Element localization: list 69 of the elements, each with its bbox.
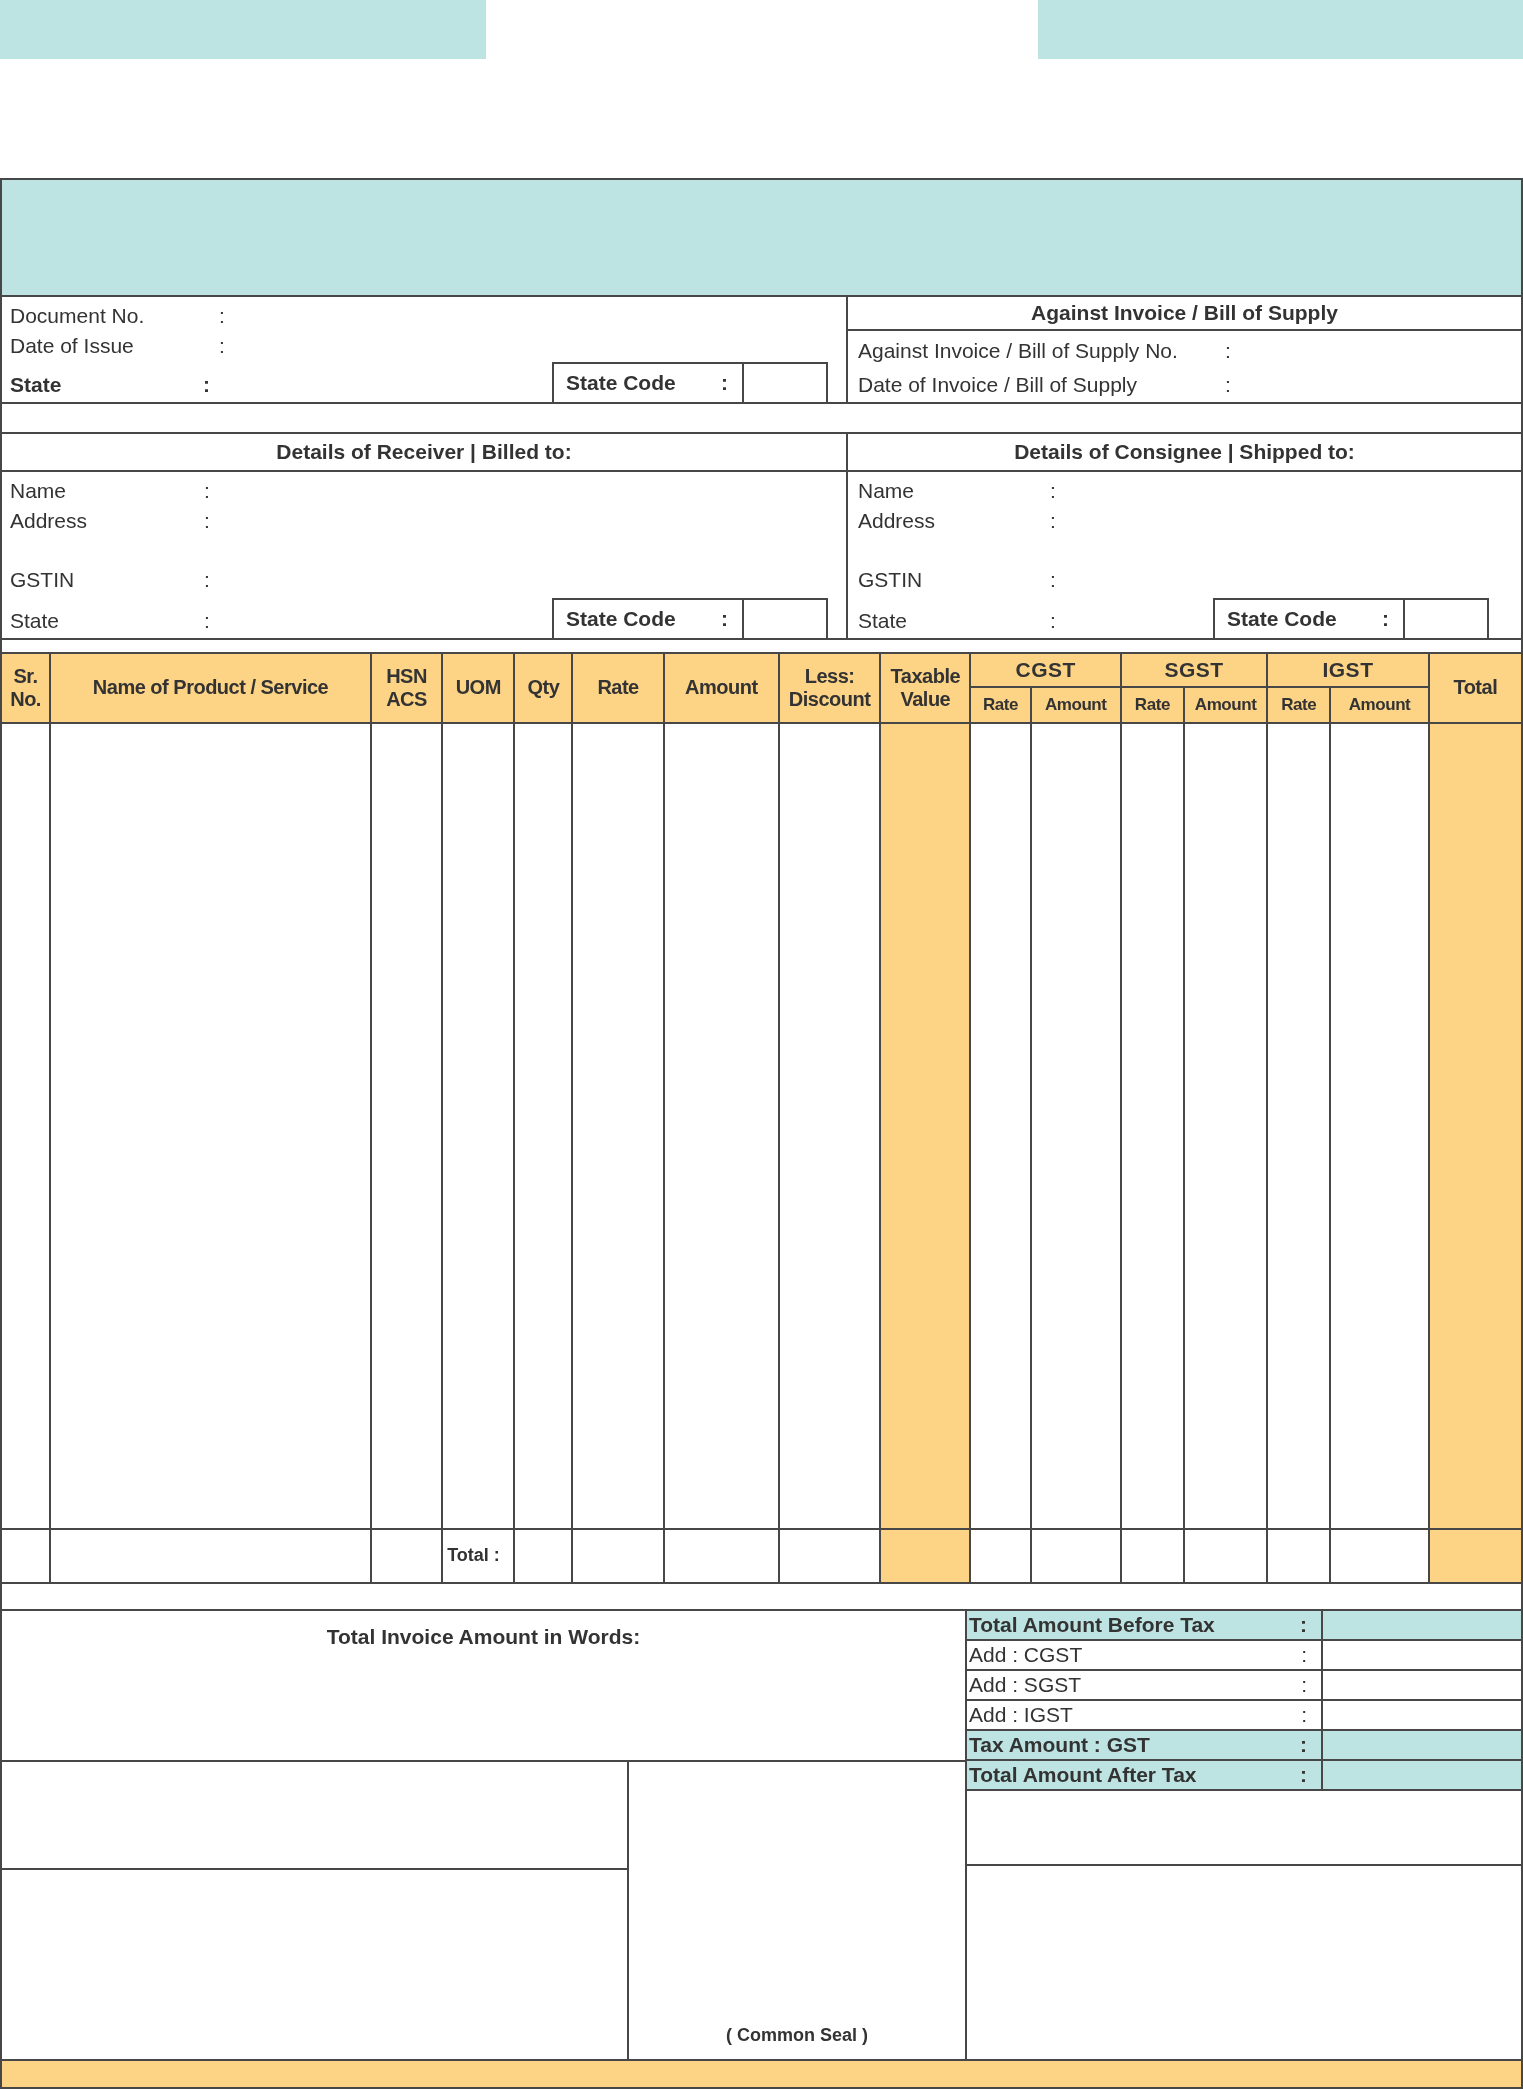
field-label: Date of Invoice / Bill of Supply <box>858 372 1138 398</box>
total-label: Total : <box>442 1528 515 1582</box>
column-header: Less: Discount <box>779 653 881 723</box>
colon: : <box>1301 1671 1307 1698</box>
colon: : <box>1301 1641 1307 1668</box>
summary-label: Add : IGST <box>969 1701 1073 1728</box>
column-header: Taxable Value <box>880 653 971 723</box>
seal-label: ( Common Seal ) <box>726 2024 868 2047</box>
column-header: Rate <box>572 653 664 723</box>
colon: : <box>1050 608 1056 634</box>
column-header: Amount <box>1184 686 1268 723</box>
colon: : <box>1301 1701 1307 1728</box>
column-header: Total <box>1428 653 1522 723</box>
colon: : <box>219 303 225 329</box>
field-label: GSTIN <box>858 567 924 593</box>
colon: : <box>219 333 225 359</box>
field-label: Address <box>858 508 937 534</box>
summary-label: Add : SGST <box>969 1671 1082 1698</box>
field-label: Address <box>10 508 89 534</box>
state-code-label: State Code <box>566 370 676 397</box>
column-header: Amount <box>1030 686 1121 723</box>
field-label: Date of Issue <box>10 333 135 359</box>
column-header: Name of Product / Service <box>50 653 371 723</box>
colon: : <box>1300 1611 1307 1638</box>
colon: : <box>1225 338 1231 364</box>
field-label: State <box>858 608 909 634</box>
field-label: State <box>10 372 63 398</box>
column-header: Amount <box>1330 686 1429 723</box>
column-header: SGST <box>1120 653 1268 687</box>
colon: : <box>204 608 210 634</box>
colon: : <box>721 606 728 633</box>
colon: : <box>1300 1761 1307 1788</box>
colon: : <box>1300 1731 1307 1758</box>
colon: : <box>721 370 728 397</box>
column-header: Amount <box>663 653 779 723</box>
field-label: GSTIN <box>10 567 76 593</box>
amount-in-words-label: Total Invoice Amount in Words: <box>326 1623 641 1650</box>
column-header: CGST <box>970 653 1121 687</box>
field-label: Name <box>10 478 68 504</box>
colon: : <box>203 372 210 398</box>
column-header: IGST <box>1267 653 1429 687</box>
section-title: Details of Receiver | Billed to: <box>2 434 846 472</box>
section-title: Against Invoice / Bill of Supply <box>848 297 1521 331</box>
colon: : <box>1050 478 1056 504</box>
summary-label: Total Amount Before Tax <box>969 1611 1215 1638</box>
column-header: Sr. No. <box>1 653 51 723</box>
colon: : <box>204 567 210 593</box>
colon: : <box>1225 372 1231 398</box>
summary-label: Tax Amount : GST <box>969 1731 1150 1758</box>
field-label: Name <box>858 478 916 504</box>
colon: : <box>1050 567 1056 593</box>
summary-label: Total Amount After Tax <box>969 1761 1197 1788</box>
column-header: HSN ACS <box>370 653 443 723</box>
state-code-label: State Code <box>566 606 676 633</box>
state-code-label: State Code <box>1227 606 1337 633</box>
colon: : <box>204 508 210 534</box>
colon: : <box>1382 606 1389 633</box>
column-header: Rate <box>1267 686 1331 723</box>
column-header: Qty <box>514 653 573 723</box>
field-label: State <box>10 608 61 634</box>
section-title: Details of Consignee | Shipped to: <box>848 434 1521 472</box>
field-label: Document No. <box>10 303 146 329</box>
column-header: Rate <box>970 686 1031 723</box>
colon: : <box>1050 508 1056 534</box>
field-label: Against Invoice / Bill of Supply No. <box>858 338 1179 364</box>
summary-label: Add : CGST <box>969 1641 1083 1668</box>
colon: : <box>204 478 210 504</box>
column-header: UOM <box>442 653 515 723</box>
column-header: Rate <box>1120 686 1184 723</box>
